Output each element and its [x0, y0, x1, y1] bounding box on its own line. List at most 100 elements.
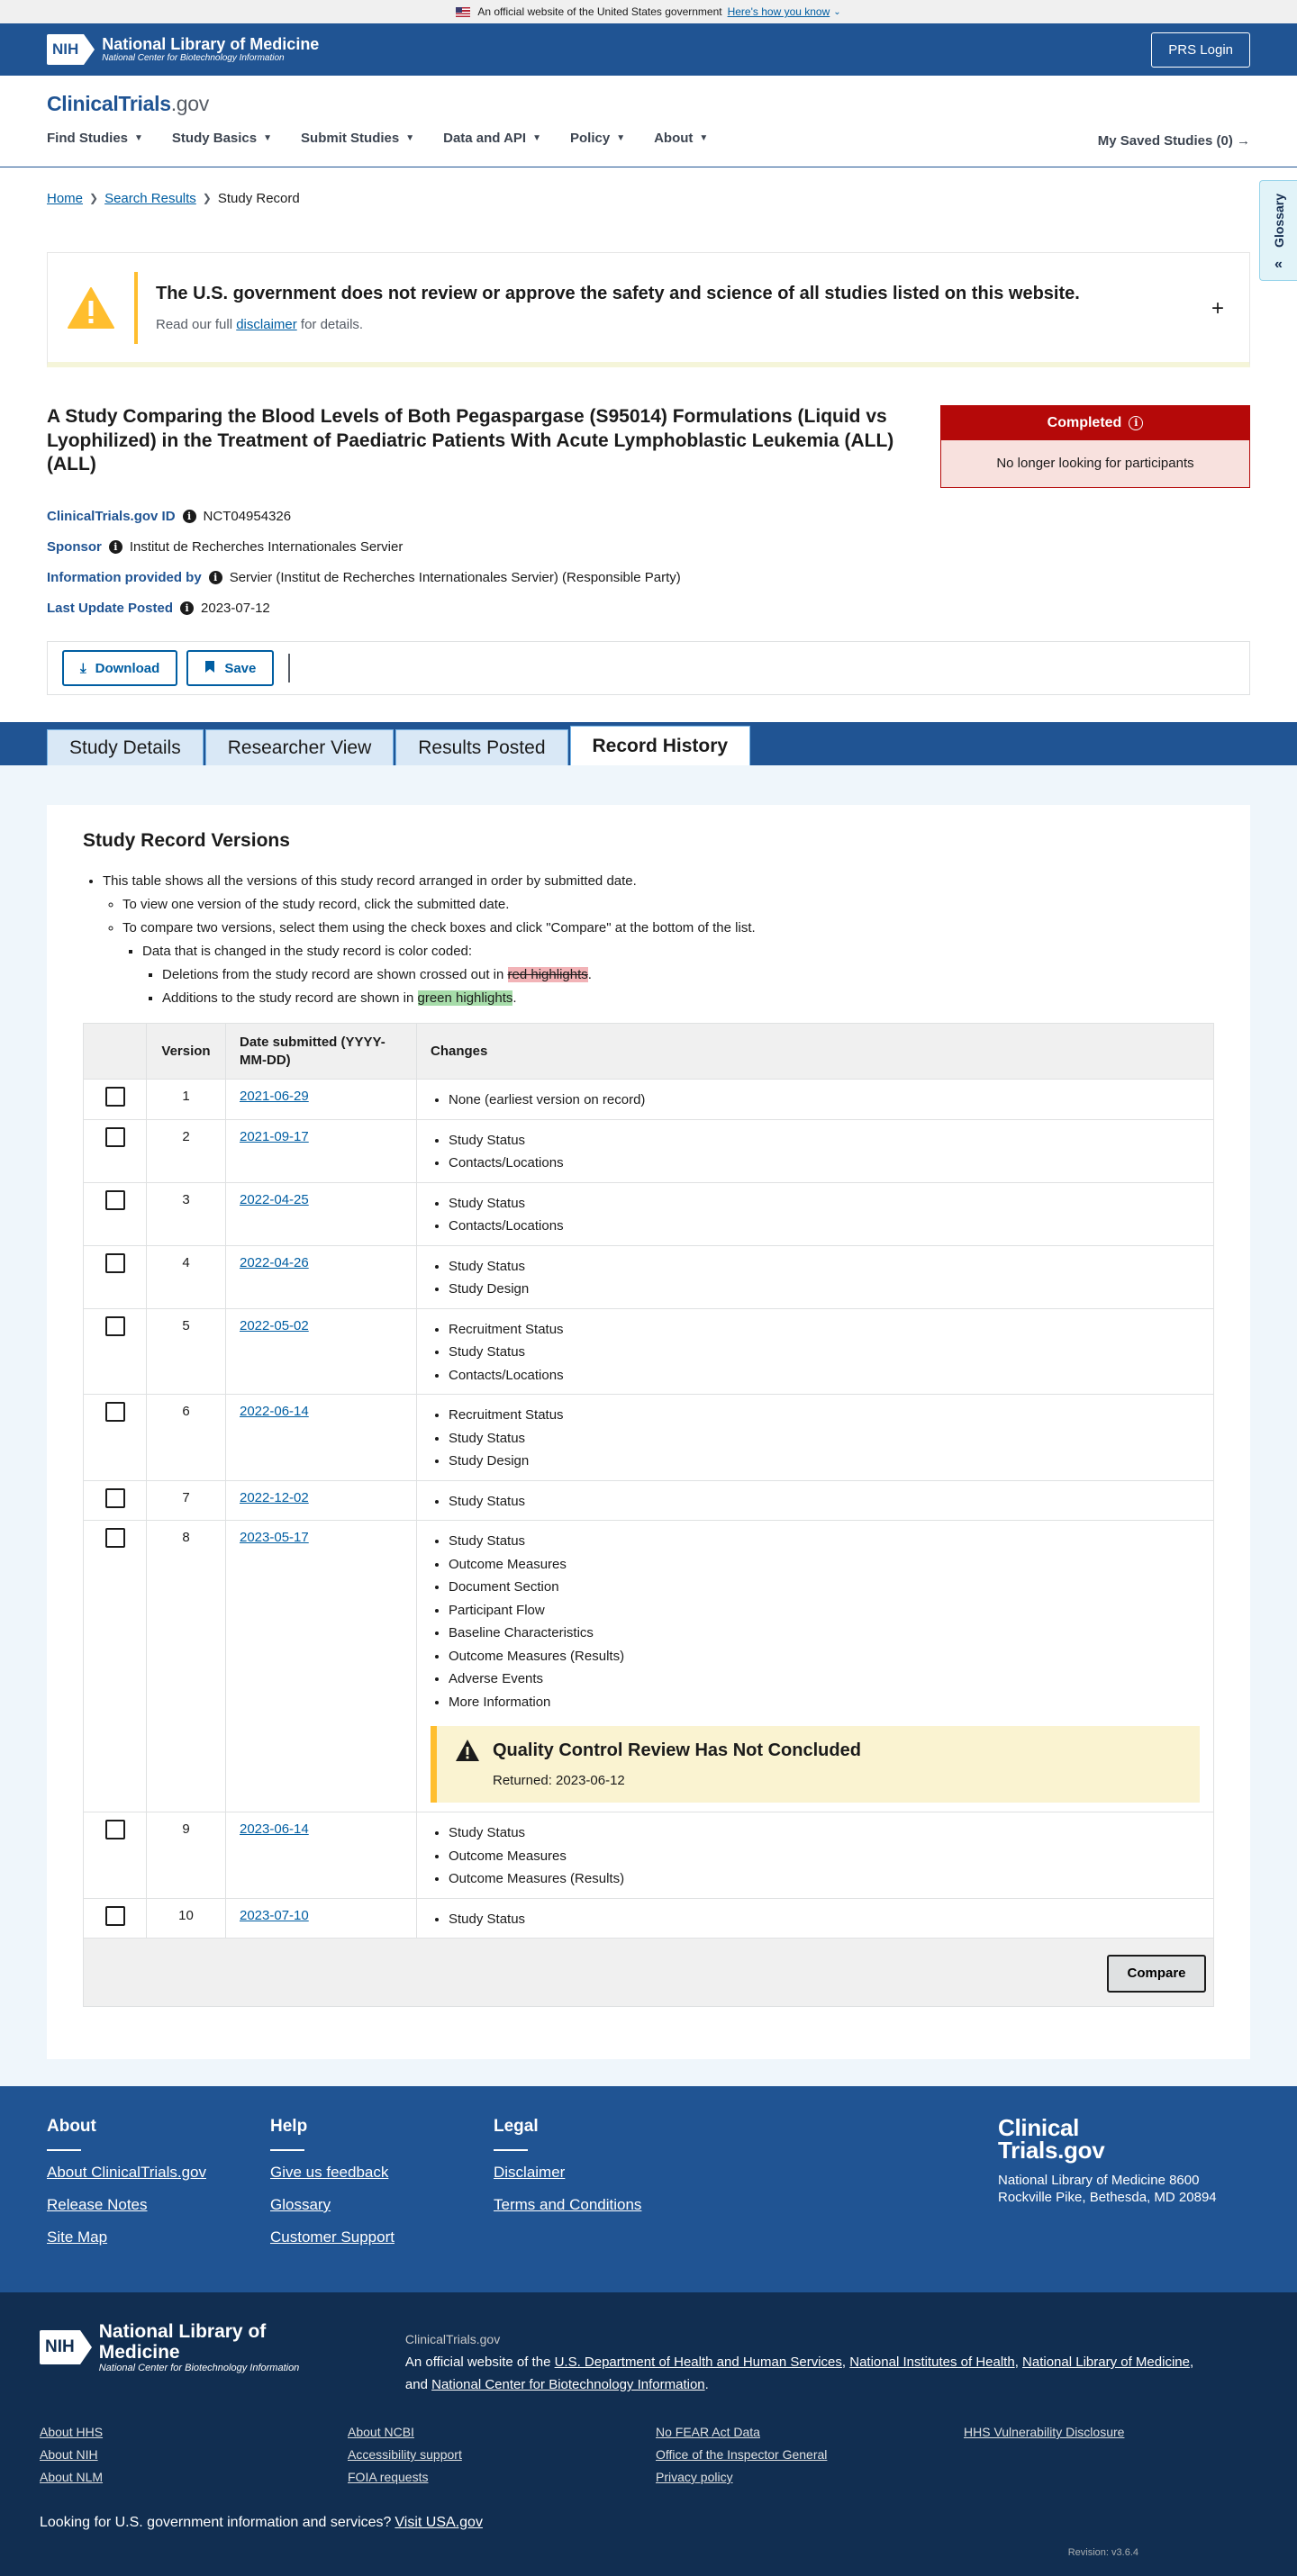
footer-link[interactable]: Glossary: [270, 2196, 494, 2214]
nlm-link[interactable]: National Library of Medicine: [1022, 2355, 1190, 2370]
version-date-link[interactable]: 2021-09-17: [240, 1129, 309, 1144]
disclaimer-link[interactable]: disclaimer: [236, 317, 297, 332]
footer-logo[interactable]: Clinical Trials.gov: [998, 2116, 1232, 2163]
tab-record-history[interactable]: Record History: [569, 726, 751, 765]
nav-about[interactable]: About ▼: [654, 131, 708, 146]
footer-link[interactable]: Office of the Inspector General: [656, 2447, 964, 2462]
tab-results-posted[interactable]: Results Posted: [395, 729, 568, 765]
footer-link[interactable]: No FEAR Act Data: [656, 2425, 964, 2439]
status-box: Completed i No longer looking for partici…: [940, 405, 1250, 488]
table-row: 3 2022-04-25 Study StatusContacts/Locati…: [83, 1181, 1214, 1245]
version-date-link[interactable]: 2023-05-17: [240, 1530, 309, 1545]
revision-text: Revision: v3.6.4: [1067, 2547, 1138, 2558]
change-item: Outcome Measures (Results): [449, 1645, 1200, 1668]
nav-study-basics[interactable]: Study Basics ▼: [172, 131, 272, 146]
date-cell: 2022-06-14: [225, 1394, 417, 1480]
tab-study-details[interactable]: Study Details: [47, 729, 204, 765]
footer-link[interactable]: About NLM: [40, 2470, 348, 2484]
change-item: Participant Flow: [449, 1599, 1200, 1622]
version-checkbox[interactable]: [104, 1905, 125, 1926]
nav-submit-studies[interactable]: Submit Studies ▼: [301, 131, 414, 146]
nav-policy[interactable]: Policy ▼: [570, 131, 625, 146]
qc-warning: Quality Control Review Has Not Concluded…: [431, 1726, 1200, 1803]
my-saved-studies-link[interactable]: My Saved Studies (0) →: [1098, 133, 1250, 149]
heres-how-you-know-link[interactable]: Here's how you know: [728, 5, 830, 18]
version-checkbox[interactable]: [104, 1528, 125, 1548]
prs-login-button[interactable]: PRS Login: [1151, 32, 1250, 68]
version-checkbox[interactable]: [104, 1402, 125, 1422]
version-checkbox[interactable]: [104, 1820, 125, 1839]
version-checkbox[interactable]: [104, 1189, 125, 1210]
footer-link[interactable]: Site Map: [47, 2228, 270, 2246]
version-number: 5: [146, 1307, 226, 1395]
hhs-link[interactable]: U.S. Department of Health and Human Serv…: [555, 2355, 842, 2370]
footer-link[interactable]: About ClinicalTrials.gov: [47, 2164, 270, 2182]
version-date-link[interactable]: 2023-07-10: [240, 1908, 309, 1923]
footer-link[interactable]: Terms and Conditions: [494, 2196, 717, 2214]
info-icon[interactable]: i: [1129, 416, 1144, 430]
expand-plus-icon[interactable]: +: [1211, 296, 1224, 321]
chevron-down-icon: ▼: [263, 133, 273, 143]
tab-researcher-view[interactable]: Researcher View: [204, 729, 395, 765]
glossary-tab[interactable]: Glossary «: [1259, 180, 1297, 281]
green-highlight-sample: green highlights: [417, 990, 513, 1006]
save-button[interactable]: Save: [186, 650, 275, 686]
changes-cell: Study StatusStudy Design: [416, 1244, 1214, 1308]
version-date-link[interactable]: 2023-06-14: [240, 1821, 309, 1837]
nih-badge-icon: NIH: [47, 34, 95, 65]
version-date-link[interactable]: 2022-05-02: [240, 1318, 309, 1333]
table-row: 10 2023-07-10 Study Status: [83, 1897, 1214, 1939]
breadcrumb-home[interactable]: Home: [47, 191, 83, 206]
select-cell: [83, 1079, 147, 1119]
instruction-item: To view one version of the study record,…: [122, 893, 1214, 917]
footer-link[interactable]: Release Notes: [47, 2196, 270, 2214]
version-checkbox[interactable]: [104, 1252, 125, 1273]
nav-data-and-api[interactable]: Data and API ▼: [443, 131, 541, 146]
versions-table: Version Date submitted (YYYY-MM-DD) Chan…: [83, 1023, 1214, 2007]
footer-link[interactable]: HHS Vulnerability Disclosure: [964, 2425, 1234, 2439]
info-icon[interactable]: i: [108, 539, 122, 554]
version-date-link[interactable]: 2022-06-14: [240, 1404, 309, 1419]
provided-by-value: Servier (Institut de Recherches Internat…: [229, 569, 681, 585]
info-icon[interactable]: i: [208, 570, 222, 584]
usa-gov-link[interactable]: Visit USA.gov: [395, 2515, 483, 2530]
changes-cell: Recruitment StatusStudy StatusContacts/L…: [416, 1307, 1214, 1395]
info-icon[interactable]: i: [180, 601, 195, 615]
version-checkbox[interactable]: [104, 1126, 125, 1147]
sponsor-value: Institut de Recherches Internationales S…: [129, 538, 404, 555]
breadcrumb-search-results[interactable]: Search Results: [104, 191, 196, 206]
chevron-down-icon: ▼: [616, 133, 626, 143]
compare-button[interactable]: Compare: [1107, 1954, 1206, 1993]
footer-link[interactable]: About NCBI: [348, 2425, 656, 2439]
footer-link[interactable]: FOIA requests: [348, 2470, 656, 2484]
nlm-logo[interactable]: NIH National Library of Medicine Nationa…: [47, 34, 319, 65]
version-checkbox[interactable]: [104, 1487, 125, 1508]
table-row: 2 2021-09-17 Study StatusContacts/Locati…: [83, 1118, 1214, 1182]
us-flag-icon: [456, 6, 471, 17]
footer-link[interactable]: About NIH: [40, 2447, 348, 2462]
footer-link[interactable]: Accessibility support: [348, 2447, 656, 2462]
clinicaltrials-logo[interactable]: ClinicalTrials.gov: [47, 92, 1250, 116]
gov-banner-text: An official website of the United States…: [477, 5, 722, 18]
main-nav: Find Studies ▼ Study Basics ▼ Submit Studi…: [47, 131, 1250, 146]
nih-link[interactable]: National Institutes of Health: [849, 2355, 1014, 2370]
footer-link[interactable]: Customer Support: [270, 2228, 494, 2246]
version-checkbox[interactable]: [104, 1087, 125, 1107]
nav-find-studies[interactable]: Find Studies ▼: [47, 131, 143, 146]
download-button[interactable]: ⤓ Download: [62, 650, 178, 686]
footer-link[interactable]: About HHS: [40, 2425, 348, 2439]
change-item: Outcome Measures: [449, 1553, 1200, 1577]
version-date-link[interactable]: 2021-06-29: [240, 1089, 309, 1104]
version-date-link[interactable]: 2022-12-02: [240, 1490, 309, 1505]
version-checkbox[interactable]: [104, 1315, 125, 1336]
change-item: Contacts/Locations: [449, 1152, 1200, 1175]
nlm-footer-logo[interactable]: NIH National Library of Medicine Nationa…: [40, 2321, 348, 2373]
version-date-link[interactable]: 2022-04-25: [240, 1192, 309, 1207]
footer-link[interactable]: Disclaimer: [494, 2164, 717, 2182]
nlm-title: National Library of Medicine: [102, 34, 320, 53]
footer-link[interactable]: Give us feedback: [270, 2164, 494, 2182]
version-date-link[interactable]: 2022-04-26: [240, 1255, 309, 1270]
footer-link[interactable]: Privacy policy: [656, 2470, 964, 2484]
ncbi-link[interactable]: National Center for Biotechnology Inform…: [431, 2377, 705, 2392]
info-icon[interactable]: i: [182, 509, 196, 523]
